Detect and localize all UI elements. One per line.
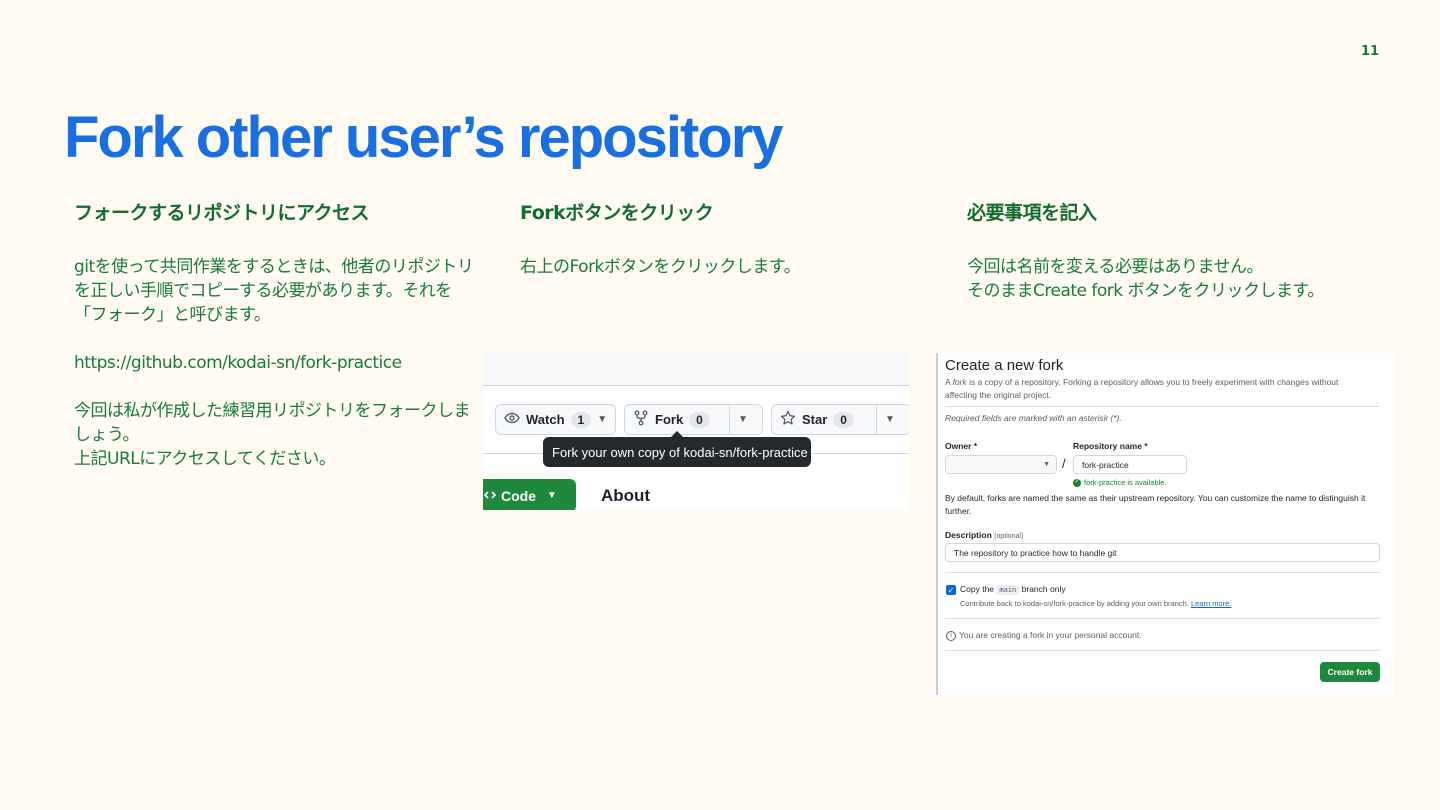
fork-label: Fork [655, 412, 684, 427]
naming-note: By default, forks are named the same as … [945, 493, 1366, 516]
owner-label: Owner * [945, 441, 978, 451]
info-note: i You are creating a fork in your person… [946, 629, 1142, 642]
step-heading: Forkボタンをクリック [520, 202, 714, 224]
form-title: Create a new fork [945, 357, 1064, 374]
learn-more-link[interactable]: Learn more. [1191, 599, 1231, 608]
slide-title: Fork other user’s repository [64, 105, 784, 170]
step-column-fork: Forkボタンをクリック 右上のForkボタンをクリックします。 [520, 198, 900, 279]
fork-button[interactable]: Fork 0 ▼ [624, 404, 763, 435]
step-heading: 必要事項を記入 [967, 202, 1097, 224]
about-heading: About [601, 486, 651, 505]
description-label: Description (optional) [945, 530, 1024, 540]
required-note: Required fields are marked with an aster… [945, 413, 1122, 423]
contribute-note: Contribute back to kodai-sn/fork-practic… [960, 599, 1232, 608]
fork-tooltip: Fork your own copy of kodai-sn/fork-prac… [543, 431, 811, 467]
description-input[interactable]: The repository to practice how to handle… [945, 543, 1380, 562]
divider [945, 406, 1380, 407]
top-band [483, 353, 909, 386]
repo-name-input[interactable]: fork-practice [1073, 455, 1187, 474]
divider [945, 618, 1380, 619]
code-label: Code [501, 487, 536, 504]
divider [945, 572, 1380, 573]
repository-url: https://github.com/kodai-sn/fork-practic… [74, 353, 402, 373]
code-icon [483, 488, 497, 504]
watch-count: 1 [570, 411, 592, 428]
chevron-down-icon: ▼ [597, 414, 608, 425]
chevron-down-icon: ▼ [738, 414, 748, 425]
watch-label: Watch [526, 412, 565, 427]
watch-button[interactable]: Watch 1 ▼ [495, 404, 616, 435]
info-icon: i [946, 630, 956, 641]
chevron-down-icon: ▼ [885, 414, 895, 425]
step-paragraph: 今回は名前を変える必要はありません。 [967, 257, 1263, 277]
fork-dropdown[interactable]: ▼ [729, 405, 756, 434]
step-column-form: 必要事項を記入 今回は名前を変える必要はありません。 そのままCreate fo… [967, 198, 1397, 303]
star-icon [780, 410, 796, 429]
check-circle-icon: ✓ [1073, 478, 1081, 487]
availability-status: ✓ fork-practice is available. [1073, 478, 1167, 487]
step-heading: フォークするリポジトリにアクセス [74, 202, 370, 224]
step-column-access: フォークするリポジトリにアクセス gitを使って共同作業をするときは、他者のリポ… [74, 198, 484, 471]
code-button[interactable]: Code ▼ [483, 479, 576, 510]
eye-icon [504, 410, 520, 429]
star-button[interactable]: Star 0 ▼ [771, 404, 909, 435]
create-fork-form-screenshot: Create a new fork A fork is a copy of a … [936, 353, 1394, 695]
step-paragraph: そのままCreate fork ボタンをクリックします。 [967, 281, 1324, 301]
repo-name-label: Repository name * [1073, 441, 1148, 451]
copy-branch-label: Copy the main branch only [960, 584, 1066, 595]
step-paragraph: 上記URLにアクセスしてください。 [74, 449, 336, 469]
divider [945, 650, 1380, 651]
fork-count: 0 [689, 411, 710, 428]
step-paragraph: 右上のForkボタンをクリックします。 [520, 257, 801, 277]
chevron-down-icon: ▼ [1043, 461, 1050, 468]
owner-select[interactable]: ▼ [945, 455, 1057, 474]
fork-icon [633, 410, 649, 429]
slash-separator: / [1062, 456, 1066, 471]
github-toolbar-screenshot: Watch 1 ▼ Fork 0 ▼ Star 0 ▼ Fork your ow… [483, 353, 909, 510]
create-fork-button[interactable]: Create fork [1320, 662, 1380, 682]
step-paragraph: gitを使って共同作業をするときは、他者のリポジトリを正しい手順でコピーする必要… [74, 257, 474, 325]
star-count: 0 [833, 411, 854, 428]
form-intro: A fork is a copy of a repository. Forkin… [945, 377, 1339, 400]
copy-main-checkbox[interactable]: ✓ [946, 585, 956, 595]
chevron-down-icon: ▼ [547, 490, 557, 501]
star-dropdown[interactable]: ▼ [876, 405, 903, 434]
step-paragraph: 今回は私が作成した練習用リポジトリをフォークしましょう。 [74, 401, 471, 445]
star-label: Star [802, 412, 828, 427]
page-number: 11 [1360, 44, 1380, 59]
